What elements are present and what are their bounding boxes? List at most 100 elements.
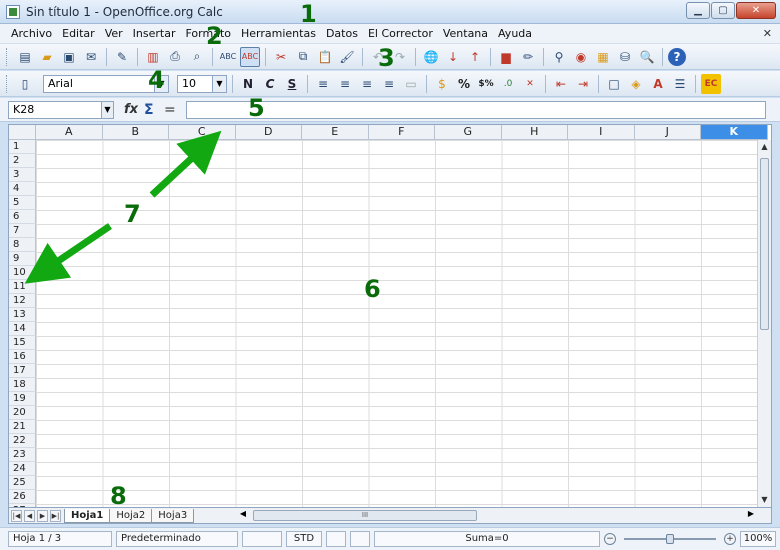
sheet-tab-hoja3[interactable]: Hoja3 bbox=[151, 508, 195, 523]
standard-format-button[interactable]: $% bbox=[476, 74, 496, 94]
justify-icon[interactable]: ≡ bbox=[379, 74, 399, 94]
select-all-corner[interactable] bbox=[9, 125, 36, 140]
hyperlink-icon[interactable]: 🌐 bbox=[421, 47, 441, 67]
scroll-up-icon[interactable]: ▲ bbox=[758, 140, 771, 154]
decrease-indent-icon[interactable]: ⇤ bbox=[551, 74, 571, 94]
menu-datos[interactable]: Datos bbox=[321, 27, 363, 40]
menu-ver[interactable]: Ver bbox=[100, 27, 128, 40]
draw-functions-icon[interactable]: ✏ bbox=[518, 47, 538, 67]
toolbar-grip[interactable] bbox=[6, 74, 9, 93]
copy-icon[interactable]: ⧉ bbox=[293, 47, 313, 67]
column-header[interactable]: F bbox=[368, 125, 435, 140]
row-header[interactable]: 22 bbox=[9, 434, 36, 448]
maximize-button[interactable]: ▢ bbox=[711, 2, 735, 19]
vertical-scrollbar[interactable]: ▲ ▼ bbox=[757, 140, 771, 507]
currency-format-icon[interactable]: $ bbox=[432, 74, 452, 94]
column-header[interactable]: K bbox=[701, 125, 768, 140]
add-decimal-icon[interactable]: .0 bbox=[498, 74, 518, 94]
column-header[interactable]: J bbox=[634, 125, 701, 140]
navigator-icon[interactable]: ◉ bbox=[571, 47, 591, 67]
column-header[interactable]: B bbox=[102, 125, 169, 140]
formula-input[interactable] bbox=[186, 100, 766, 119]
column-header[interactable]: A bbox=[36, 125, 103, 140]
function-wizard-button[interactable]: fx bbox=[124, 102, 144, 117]
scroll-thumb[interactable]: III bbox=[253, 510, 477, 521]
bold-button[interactable]: N bbox=[238, 77, 258, 91]
chevron-down-icon[interactable]: ▼ bbox=[101, 101, 113, 118]
data-sources-icon[interactable]: ⛁ bbox=[615, 47, 635, 67]
font-color-icon[interactable]: A bbox=[648, 74, 668, 94]
menu-herramientas[interactable]: Herramientas bbox=[236, 27, 321, 40]
row-header[interactable]: 13 bbox=[9, 308, 36, 322]
merge-cells-icon[interactable]: ▭ bbox=[401, 74, 421, 94]
row-header[interactable]: 7 bbox=[9, 224, 36, 238]
percent-format-button[interactable]: % bbox=[454, 74, 474, 94]
toolbar-grip[interactable] bbox=[6, 47, 9, 66]
row-header[interactable]: 3 bbox=[9, 168, 36, 182]
autospellcheck-icon[interactable]: ABC bbox=[240, 46, 260, 67]
row-header[interactable]: 4 bbox=[9, 182, 36, 196]
chart-icon[interactable]: ▆ bbox=[496, 47, 516, 67]
row-header[interactable]: 9 bbox=[9, 252, 36, 266]
align-left-icon[interactable]: ≡ bbox=[313, 74, 333, 94]
cell-grid[interactable] bbox=[36, 140, 757, 507]
delete-decimal-icon[interactable]: ✕ bbox=[520, 74, 540, 94]
row-header[interactable]: 15 bbox=[9, 336, 36, 350]
menu-insertar[interactable]: Insertar bbox=[128, 27, 181, 40]
help-icon[interactable]: ? bbox=[668, 47, 686, 66]
row-header[interactable]: 24 bbox=[9, 462, 36, 476]
sheet-tab-hoja1[interactable]: Hoja1 bbox=[64, 508, 111, 523]
cut-icon[interactable]: ✂ bbox=[271, 47, 291, 67]
column-header[interactable]: I bbox=[568, 125, 635, 140]
font-size-select[interactable]: 10 ▼ bbox=[177, 74, 227, 93]
menu-ventana[interactable]: Ventana bbox=[438, 27, 493, 40]
scroll-right-icon[interactable]: ▶ bbox=[745, 509, 757, 518]
document-close-icon[interactable]: ✕ bbox=[763, 27, 772, 40]
zoom-out-icon[interactable]: − bbox=[604, 533, 616, 545]
background-color-icon[interactable]: ◈ bbox=[626, 74, 646, 94]
row-header[interactable]: 12 bbox=[9, 294, 36, 308]
formula-button[interactable]: = bbox=[164, 102, 184, 118]
row-header[interactable]: 20 bbox=[9, 406, 36, 420]
spreadsheet-grid[interactable]: ABCDEFGHIJK 1 2 3 4 5 6 7 8 9 10 11 12 13 14 15 16 17 18 1… bbox=[8, 124, 772, 508]
prev-sheet-icon[interactable]: ◀ bbox=[24, 509, 35, 522]
column-header[interactable]: E bbox=[302, 125, 369, 140]
zoom-icon[interactable]: 🔍 bbox=[637, 47, 657, 67]
print-preview-icon[interactable]: ⌕ bbox=[187, 47, 207, 67]
paste-icon[interactable]: 📋 bbox=[315, 47, 335, 67]
save-icon[interactable]: ▣ bbox=[59, 47, 79, 67]
el-corrector-button[interactable]: EC bbox=[701, 73, 721, 94]
page-style[interactable]: Predeterminado bbox=[116, 531, 238, 547]
print-icon[interactable]: ⎙ bbox=[165, 47, 185, 67]
selection-mode[interactable]: STD bbox=[286, 531, 322, 547]
row-header[interactable]: 19 bbox=[9, 392, 36, 406]
menu-editar[interactable]: Editar bbox=[57, 27, 100, 40]
italic-button[interactable]: C bbox=[260, 77, 280, 91]
styles-icon[interactable]: ▯ bbox=[15, 74, 35, 94]
edit-file-icon[interactable]: ✎ bbox=[112, 47, 132, 67]
row-header[interactable]: 5 bbox=[9, 196, 36, 210]
menu-el-corrector[interactable]: El Corrector bbox=[363, 27, 438, 40]
last-sheet-icon[interactable]: ▶| bbox=[50, 509, 61, 522]
column-header[interactable]: D bbox=[235, 125, 302, 140]
zoom-in-icon[interactable]: + bbox=[724, 533, 736, 545]
row-header[interactable]: 6 bbox=[9, 210, 36, 224]
minimize-button[interactable]: ▁ bbox=[686, 2, 710, 19]
find-icon[interactable]: ⚲ bbox=[549, 47, 569, 67]
increase-indent-icon[interactable]: ⇥ bbox=[573, 74, 593, 94]
row-header[interactable]: 18 bbox=[9, 378, 36, 392]
sort-descending-icon[interactable]: ↑ bbox=[465, 47, 485, 67]
email-icon[interactable]: ✉ bbox=[81, 47, 101, 67]
scroll-down-icon[interactable]: ▼ bbox=[758, 493, 771, 507]
row-header[interactable]: 23 bbox=[9, 448, 36, 462]
menu-ayuda[interactable]: Ayuda bbox=[493, 27, 537, 40]
sum-button[interactable]: Σ bbox=[144, 102, 164, 118]
row-header[interactable]: 11 bbox=[9, 280, 36, 294]
row-header[interactable]: 14 bbox=[9, 322, 36, 336]
scroll-thumb[interactable] bbox=[760, 158, 769, 330]
column-header[interactable]: C bbox=[169, 125, 236, 140]
gallery-icon[interactable]: ▦ bbox=[593, 47, 613, 67]
export-pdf-icon[interactable]: ▥ bbox=[143, 47, 163, 67]
sheet-tab-hoja2[interactable]: Hoja2 bbox=[109, 508, 153, 523]
name-box[interactable]: K28 ▼ bbox=[8, 100, 114, 119]
